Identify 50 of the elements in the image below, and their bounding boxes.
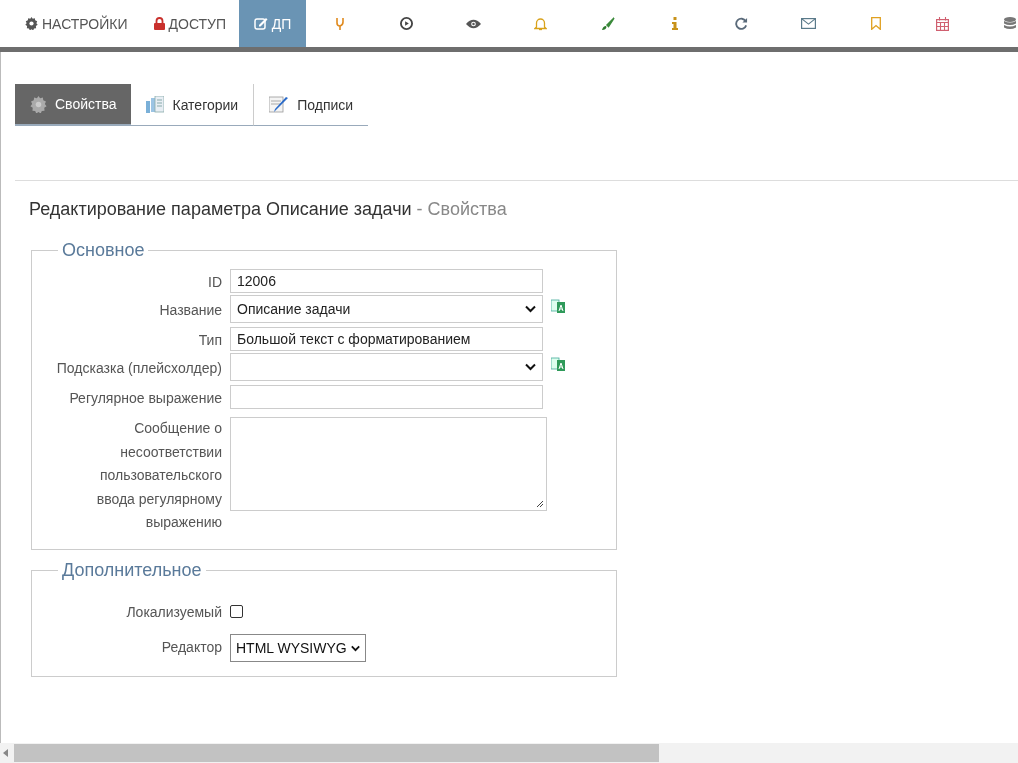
text-field[interactable]: 12006 [230, 269, 543, 293]
heading-suffix: - Свойства [416, 199, 507, 219]
fork-icon [334, 16, 345, 31]
text-field[interactable] [230, 385, 543, 409]
textarea-field[interactable] [230, 417, 547, 511]
field-label: Локализуемый [125, 602, 223, 622]
play-icon [400, 17, 414, 30]
database-icon [1003, 16, 1016, 31]
text-field[interactable]: Большой текст с форматированием [230, 327, 543, 351]
field-label: Редактор [160, 638, 223, 657]
section-legend: Основное [58, 240, 149, 261]
field-label: Сообщение о несоответствии пользовательского ввода регулярному выражению [95, 419, 223, 532]
field-label: Название [158, 301, 223, 320]
gear-icon [25, 17, 38, 30]
resize-grip-icon [536, 500, 544, 508]
gear-icon [30, 95, 47, 113]
chevron-down-icon [525, 363, 536, 371]
edit-icon [253, 17, 268, 30]
select-field[interactable] [230, 353, 543, 381]
checkbox[interactable] [230, 604, 243, 618]
eye-icon [466, 18, 482, 29]
translate-icon[interactable] [551, 357, 565, 371]
field-label: ID [207, 273, 223, 292]
translate-icon[interactable] [551, 299, 565, 313]
calendar-icon [936, 16, 950, 31]
dropdown[interactable]: HTML WYSIWYG [230, 634, 366, 662]
field-label: Подсказка (плейсхолдер) [55, 359, 223, 378]
field-label: Регулярное выражение [68, 389, 223, 408]
document-stack-icon [146, 96, 165, 113]
info-icon [671, 17, 678, 30]
mail-icon [801, 18, 817, 29]
brush-icon [600, 16, 615, 31]
horizontal-scrollbar[interactable] [0, 743, 1018, 763]
document-pen-icon [269, 96, 290, 113]
lock-icon [153, 17, 165, 30]
nav-tab[interactable]: НАСТРОЙКИ [12, 0, 141, 47]
select-field[interactable]: Описание задачи [230, 295, 543, 323]
chevron-down-icon [525, 305, 536, 313]
bell-icon [534, 16, 548, 31]
section-legend: Дополнительное [58, 559, 206, 581]
left-arrow-icon [3, 749, 8, 757]
refresh-icon [735, 17, 749, 30]
tab[interactable]: Категории [131, 84, 255, 126]
nav-tab[interactable]: ДОСТУП [140, 0, 240, 47]
chevron-down-icon [350, 644, 360, 652]
tab[interactable]: Свойства [15, 84, 132, 126]
field-label: Тип [197, 331, 223, 350]
page-heading: Редактирование параметра Описание задачи [29, 199, 412, 219]
bookmark-icon [870, 17, 881, 30]
tab[interactable]: Подписи [254, 84, 369, 126]
